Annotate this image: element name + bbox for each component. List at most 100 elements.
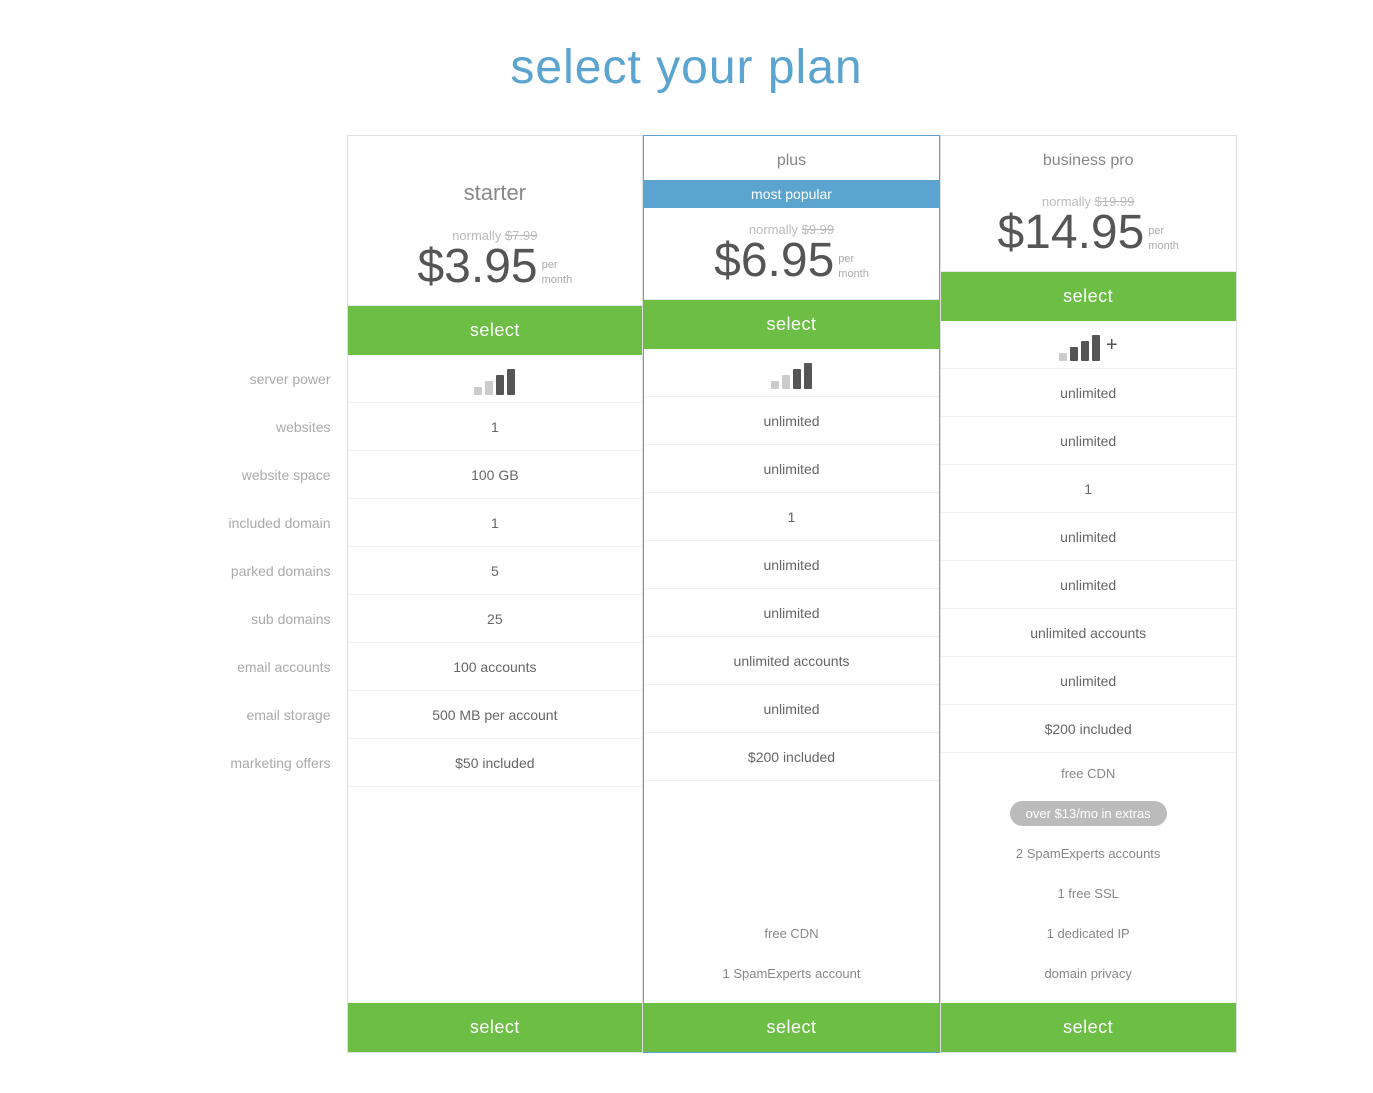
plans-wrapper: server power websites website space incl…	[137, 135, 1237, 1053]
plus-email-storage: unlimited	[644, 685, 939, 733]
plus-rows: unlimited unlimited 1 unlimited unlimite…	[644, 349, 939, 913]
label-email-accounts: email accounts	[137, 643, 347, 691]
biz-extra-badge-row: over $13/mo in extras	[941, 793, 1236, 833]
biz-extra-3: 1 free SSL	[941, 873, 1236, 913]
starter-included-domain: 1	[348, 499, 643, 547]
starter-select-btn-bottom[interactable]: select	[348, 1003, 643, 1052]
biz-included-domain: 1	[941, 465, 1236, 513]
biz-server-power: +	[941, 321, 1236, 369]
starter-websites: 1	[348, 403, 643, 451]
plus-footer: select	[644, 993, 939, 1052]
biz-footer: select	[941, 993, 1236, 1052]
biz-extra-0: free CDN	[941, 753, 1236, 793]
biz-rows: + unlimited unlimited 1 unlimited unlimi…	[941, 321, 1236, 753]
plan-plus: plus most popular normally $9.99 $6.95 p…	[643, 135, 940, 1053]
plus-signal	[771, 357, 812, 389]
bar-3	[496, 375, 504, 395]
biz-price-box: normally $19.99 $14.95 permonth	[941, 180, 1236, 272]
plus-website-space: unlimited	[644, 445, 939, 493]
plus-extra-1: 1 SpamExperts account	[644, 953, 939, 993]
biz-header: business pro	[941, 136, 1236, 180]
label-server-power: server power	[137, 355, 347, 403]
label-websites: websites	[137, 403, 347, 451]
biz-extras: free CDN over $13/mo in extras 2 SpamExp…	[941, 753, 1236, 993]
biz-plus-sign: +	[1106, 334, 1118, 357]
bar-1	[1059, 353, 1067, 361]
plus-price-main: $6.95 permonth	[654, 237, 929, 285]
starter-price: $3.95	[417, 243, 537, 291]
starter-footer: select	[348, 913, 643, 1052]
starter-server-power	[348, 355, 643, 403]
biz-email-accounts: unlimited accounts	[941, 609, 1236, 657]
starter-label-above	[360, 152, 631, 176]
starter-email-accounts: 100 accounts	[348, 643, 643, 691]
biz-email-storage: unlimited	[941, 657, 1236, 705]
starter-price-main: $3.95 permonth	[358, 243, 633, 291]
biz-signal: +	[1059, 329, 1118, 361]
bar-4	[804, 363, 812, 389]
plus-header: plus	[644, 136, 939, 180]
biz-select-btn-bottom[interactable]: select	[941, 1003, 1236, 1052]
starter-name: starter	[360, 180, 631, 206]
biz-marketing-offers: $200 included	[941, 705, 1236, 753]
bar-2	[1070, 347, 1078, 361]
starter-website-space: 100 GB	[348, 451, 643, 499]
plus-per: permonth	[838, 252, 869, 281]
starter-signal	[474, 363, 515, 395]
bar-4	[507, 369, 515, 395]
plus-sub-domains: unlimited	[644, 589, 939, 637]
plus-extra-0: free CDN	[644, 913, 939, 953]
biz-extra-2: 2 SpamExperts accounts	[941, 833, 1236, 873]
bar-2	[782, 375, 790, 389]
biz-extras-badge: over $13/mo in extras	[1010, 801, 1167, 826]
bar-4	[1092, 335, 1100, 361]
starter-header: starter	[348, 136, 643, 214]
plus-select-btn[interactable]: select	[644, 300, 939, 349]
starter-sub-domains: 25	[348, 595, 643, 643]
label-email-storage: email storage	[137, 691, 347, 739]
label-marketing-offers: marketing offers	[137, 739, 347, 787]
biz-websites: unlimited	[941, 369, 1236, 417]
biz-parked-domains: unlimited	[941, 513, 1236, 561]
bar-1	[771, 381, 779, 389]
biz-select-btn[interactable]: select	[941, 272, 1236, 321]
biz-website-space: unlimited	[941, 417, 1236, 465]
plus-marketing-offers: $200 included	[644, 733, 939, 781]
starter-select-btn[interactable]: select	[348, 306, 643, 355]
starter-marketing-offers: $50 included	[348, 739, 643, 787]
plus-price: $6.95	[714, 237, 834, 285]
plan-business-pro: business pro normally $19.99 $14.95 perm…	[940, 135, 1237, 1053]
biz-price-main: $14.95 permonth	[951, 209, 1226, 257]
biz-extra-5: domain privacy	[941, 953, 1236, 993]
plus-label-above: plus	[656, 152, 927, 176]
label-sub-domains: sub domains	[137, 595, 347, 643]
plan-starter: starter normally $7.99 $3.95 permonth se…	[347, 135, 644, 1053]
label-parked-domains: parked domains	[137, 547, 347, 595]
plus-included-domain: 1	[644, 493, 939, 541]
plus-price-box: normally $9.99 $6.95 permonth	[644, 208, 939, 300]
biz-sub-domains: unlimited	[941, 561, 1236, 609]
plans-columns: starter normally $7.99 $3.95 permonth se…	[347, 135, 1237, 1053]
plus-websites: unlimited	[644, 397, 939, 445]
starter-rows: 1 100 GB 1 5 25 100 accounts 500 MB per …	[348, 355, 643, 913]
label-website-space: website space	[137, 451, 347, 499]
biz-label-above: business pro	[953, 152, 1224, 176]
plus-server-power	[644, 349, 939, 397]
starter-price-box: normally $7.99 $3.95 permonth	[348, 214, 643, 306]
plus-popular-badge: most popular	[643, 180, 940, 208]
plus-email-accounts: unlimited accounts	[644, 637, 939, 685]
label-included-domain: included domain	[137, 499, 347, 547]
biz-price: $14.95	[997, 209, 1144, 257]
plus-extras: free CDN 1 SpamExperts account	[644, 913, 939, 993]
page-title: select your plan	[510, 40, 862, 95]
plus-parked-domains: unlimited	[644, 541, 939, 589]
plus-select-btn-bottom[interactable]: select	[644, 1003, 939, 1052]
starter-parked-domains: 5	[348, 547, 643, 595]
bar-3	[1081, 341, 1089, 361]
bar-1	[474, 387, 482, 395]
biz-extra-4: 1 dedicated IP	[941, 913, 1236, 953]
starter-per: permonth	[542, 258, 573, 287]
bar-2	[485, 381, 493, 395]
bar-3	[793, 369, 801, 389]
biz-per: permonth	[1148, 224, 1179, 253]
